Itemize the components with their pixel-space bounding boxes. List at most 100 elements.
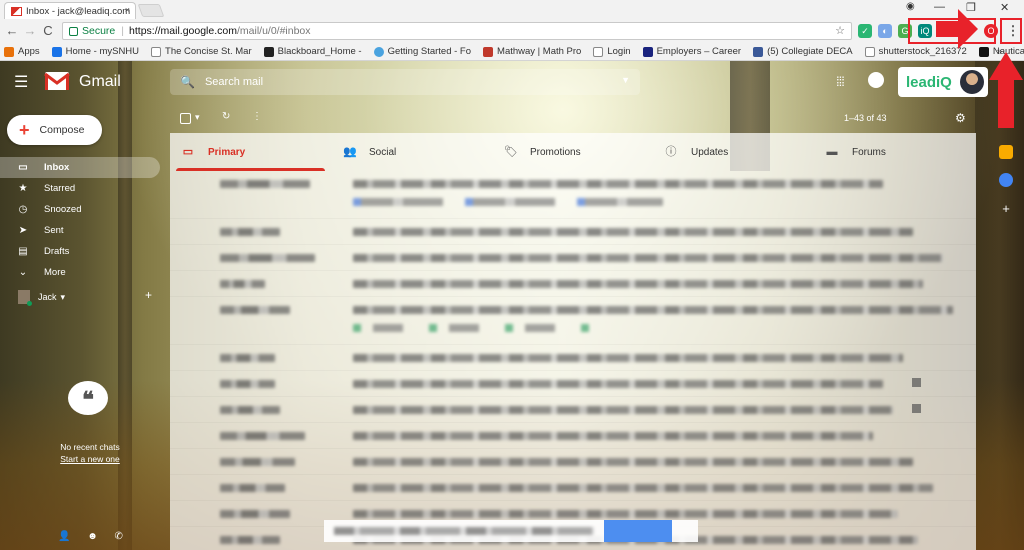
hangouts-user-name: Jack bbox=[38, 292, 57, 302]
compose-plus-icon: + bbox=[19, 120, 30, 140]
bookmark-star-icon[interactable]: ☆ bbox=[835, 24, 845, 37]
bookmark-item[interactable]: Mathway | Math Pro bbox=[483, 46, 581, 57]
back-icon[interactable]: ← bbox=[4, 23, 20, 39]
draft-icon: ▤ bbox=[18, 246, 28, 257]
clock-icon: ◷ bbox=[18, 204, 28, 215]
search-input[interactable]: 🔍 Search mail ▼ bbox=[170, 69, 640, 95]
avatar[interactable] bbox=[960, 70, 984, 94]
obscured-sender bbox=[220, 228, 280, 236]
phone-icon[interactable]: ✆ bbox=[115, 531, 123, 542]
bookmark-item[interactable]: Employers – Career bbox=[642, 46, 741, 57]
notification-bar bbox=[324, 520, 698, 542]
refresh-icon[interactable]: ↻ bbox=[222, 111, 230, 122]
table-row[interactable] bbox=[170, 449, 976, 475]
obscured-subject bbox=[353, 280, 923, 288]
page-icon bbox=[593, 46, 604, 57]
select-options-icon[interactable]: ▾ bbox=[195, 112, 200, 123]
table-row[interactable] bbox=[170, 397, 976, 423]
google-apps-icon[interactable]: ⁞⁞⁞ bbox=[836, 74, 845, 89]
tab-updates[interactable]: ⓘ Updates bbox=[653, 133, 814, 171]
nav-item-snoozed[interactable]: ◷ Snoozed bbox=[0, 199, 160, 220]
table-row[interactable] bbox=[170, 475, 976, 501]
table-row[interactable] bbox=[170, 423, 976, 449]
message-list bbox=[170, 171, 976, 550]
search-options-icon[interactable]: ▼ bbox=[621, 75, 630, 85]
account-icon[interactable] bbox=[868, 72, 884, 88]
obscured-subject bbox=[353, 510, 898, 518]
obscured-sender bbox=[220, 406, 280, 414]
chevron-down-icon: ⌄ bbox=[18, 267, 28, 278]
table-row[interactable] bbox=[170, 345, 976, 371]
tab-forums[interactable]: ▬ Forums bbox=[814, 133, 975, 171]
table-row[interactable] bbox=[170, 171, 976, 219]
address-bar[interactable]: Secure | https://mail.google.com /mail/u… bbox=[62, 22, 852, 40]
tasks-icon[interactable] bbox=[999, 173, 1013, 187]
obscured-sender bbox=[220, 484, 285, 492]
new-tab-button[interactable] bbox=[137, 4, 165, 17]
secure-label: Secure bbox=[82, 25, 116, 37]
leadiq-badge[interactable]: leadiQ bbox=[898, 67, 988, 97]
more-options-icon[interactable]: ⋮ bbox=[252, 111, 262, 122]
bookmark-item[interactable]: (5) Collegiate DECA bbox=[753, 46, 853, 57]
nav-item-drafts[interactable]: ▤ Drafts bbox=[0, 241, 160, 262]
hangouts-icon[interactable]: ☻ bbox=[87, 531, 98, 542]
obscured-subject bbox=[353, 380, 883, 388]
search-icon[interactable]: 🔍 bbox=[180, 75, 195, 89]
obscured-sender bbox=[220, 306, 290, 314]
obscured-attachments bbox=[353, 324, 593, 332]
reload-icon[interactable]: C bbox=[40, 23, 56, 39]
tab-close-icon[interactable]: × bbox=[125, 5, 130, 15]
contacts-icon[interactable]: 👤 bbox=[58, 531, 70, 542]
start-chat-link[interactable]: Start a new one bbox=[40, 453, 140, 465]
table-row[interactable] bbox=[170, 371, 976, 397]
nav-item-sent[interactable]: ➤ Sent bbox=[0, 220, 160, 241]
extension-icon[interactable]: ◐ bbox=[878, 24, 892, 38]
table-row[interactable] bbox=[170, 271, 976, 297]
gmail-logo-icon bbox=[44, 72, 70, 90]
main-menu-icon[interactable]: ☰ bbox=[14, 72, 28, 92]
nav-item-more[interactable]: ⌄ More bbox=[0, 262, 160, 283]
table-row[interactable] bbox=[170, 219, 976, 245]
profile-icon[interactable]: ◉ bbox=[906, 1, 915, 12]
close-window-icon[interactable]: ✕ bbox=[1000, 1, 1009, 14]
chevron-down-icon[interactable]: ▾ bbox=[61, 292, 66, 303]
tab-primary[interactable]: ▭ Primary bbox=[170, 133, 331, 171]
obscured-notice-text bbox=[334, 527, 594, 535]
nav-item-starred[interactable]: ★ Starred bbox=[0, 178, 160, 199]
keep-icon[interactable] bbox=[999, 145, 1013, 159]
tab-title: Inbox - jack@leadiq.com bbox=[26, 5, 131, 17]
url-host: https://mail.google.com bbox=[129, 25, 237, 37]
inbox-icon: ▭ bbox=[18, 162, 28, 173]
obscured-subject bbox=[353, 458, 913, 466]
select-all-checkbox[interactable] bbox=[180, 113, 191, 124]
tab-promotions[interactable]: 🏷 Promotions bbox=[492, 133, 653, 171]
annotation-highlight-box bbox=[1000, 18, 1022, 44]
bookmark-item[interactable]: Home - mySNHU bbox=[51, 46, 139, 57]
obscured-badge bbox=[912, 378, 921, 387]
add-on-plus-icon[interactable]: + bbox=[988, 201, 1024, 216]
settings-gear-icon[interactable]: ⚙ bbox=[955, 111, 966, 125]
nav-item-inbox[interactable]: ▭ Inbox bbox=[0, 157, 160, 178]
page-icon bbox=[151, 46, 162, 57]
bookmark-item[interactable]: Login bbox=[593, 46, 631, 57]
tab-social[interactable]: 👥 Social bbox=[331, 133, 492, 171]
table-row[interactable] bbox=[170, 245, 976, 271]
mail-toolbar: ▾ ↻ ⋮ 1–43 of 43 ⚙ bbox=[180, 111, 970, 129]
forward-icon[interactable]: → bbox=[22, 23, 38, 39]
forum-icon: ▬ bbox=[826, 146, 838, 158]
table-row[interactable] bbox=[170, 297, 976, 345]
pagination-count: 1–43 of 43 bbox=[844, 113, 887, 123]
new-chat-plus-icon[interactable]: + bbox=[145, 288, 152, 302]
leadiq-extension-icon[interactable]: ✓ bbox=[858, 24, 872, 38]
bookmark-item[interactable]: Blackboard_Home - bbox=[263, 46, 362, 57]
compose-button[interactable]: + Compose bbox=[7, 115, 102, 145]
browser-tab-inbox[interactable]: Inbox - jack@leadiq.com × bbox=[4, 2, 136, 19]
gmail-header: ☰ Gmail 🔍 Search mail ▼ ⁞⁞⁞ leadiQ bbox=[0, 61, 1024, 101]
tag-icon: 🏷 bbox=[504, 146, 518, 158]
obscured-subject bbox=[353, 432, 873, 440]
notice-action-button[interactable] bbox=[604, 520, 672, 542]
bookmark-item[interactable]: Apps bbox=[4, 46, 40, 57]
hangouts-user[interactable]: Jack ▾ + bbox=[18, 288, 158, 306]
bookmark-item[interactable]: Getting Started - Fo bbox=[373, 46, 471, 57]
bookmark-item[interactable]: The Concise St. Mar bbox=[151, 46, 252, 57]
